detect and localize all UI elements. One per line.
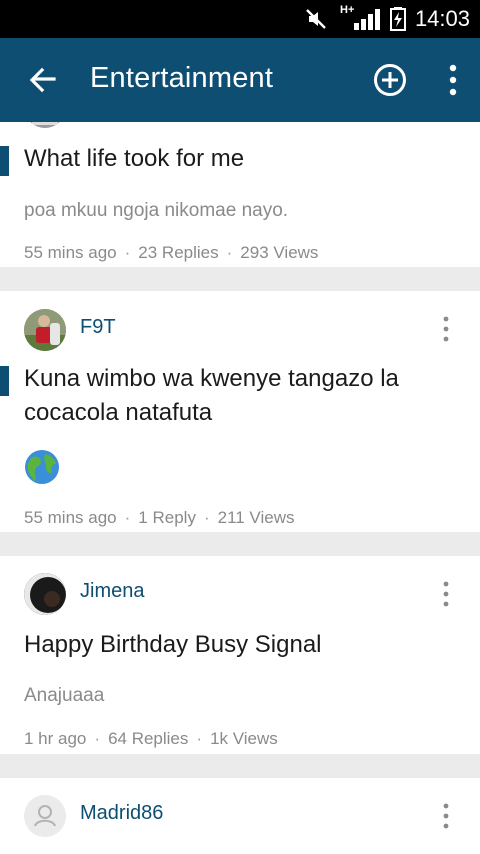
unread-marker [0, 146, 9, 176]
battery-charging-icon [390, 7, 406, 31]
reply-count: 23 Replies [138, 243, 219, 262]
post-card[interactable]: Madrid86 [0, 778, 480, 854]
post-meta: 1 hr ago · 64 Replies · 1k Views [24, 729, 278, 749]
more-vert-icon[interactable] [436, 803, 456, 829]
post-time: 55 mins ago [24, 508, 117, 527]
post-title[interactable]: What life took for me [24, 142, 464, 176]
more-vert-icon[interactable] [440, 63, 466, 97]
post-card[interactable]: What life took for me poa mkuu ngoja nik… [0, 122, 480, 267]
add-circle-icon[interactable] [373, 63, 407, 97]
post-snippet: Anajuaaa [24, 685, 105, 706]
person-placeholder-icon [24, 795, 66, 837]
post-card[interactable]: Jimena Happy Birthday Busy Signal Anajua… [0, 556, 480, 754]
mute-icon [306, 9, 326, 29]
reply-count: 1 Reply [138, 508, 196, 527]
author-name[interactable]: Madrid86 [80, 802, 163, 825]
post-time: 1 hr ago [24, 729, 87, 748]
avatar[interactable] [24, 309, 66, 351]
post-meta: 55 mins ago · 23 Replies · 293 Views [24, 243, 318, 263]
post-snippet: poa mkuu ngoja nikomae nayo. [24, 200, 289, 221]
meta-separator: · [124, 243, 131, 262]
clock: 14:03 [414, 6, 470, 31]
divider [0, 754, 480, 778]
divider [0, 532, 480, 556]
meta-separator: · [124, 508, 131, 527]
arrow-back-icon[interactable] [26, 64, 58, 96]
author-name[interactable]: F9T [80, 316, 116, 339]
post-card[interactable]: F9T Kuna wimbo wa kwenye tangazo la coca… [0, 291, 480, 532]
unread-marker [0, 366, 9, 396]
reply-count: 64 Replies [108, 729, 189, 748]
signal-icon [354, 9, 380, 30]
view-count: 293 Views [240, 243, 319, 262]
meta-separator: · [226, 243, 233, 262]
app-bar: Entertainment [0, 38, 480, 122]
more-vert-icon[interactable] [436, 316, 456, 342]
meta-separator: · [203, 508, 210, 527]
meta-separator: · [94, 729, 101, 748]
status-bar: H+ 14:03 [0, 0, 480, 38]
page-title: Entertainment [90, 62, 274, 94]
post-time: 55 mins ago [24, 243, 117, 262]
more-vert-icon[interactable] [436, 581, 456, 607]
globe-emoji-icon [25, 450, 59, 484]
post-meta: 55 mins ago · 1 Reply · 211 Views [24, 508, 294, 528]
view-count: 1k Views [210, 729, 278, 748]
avatar[interactable] [24, 795, 66, 837]
view-count: 211 Views [217, 508, 295, 527]
divider [0, 267, 480, 291]
post-title[interactable]: Kuna wimbo wa kwenye tangazo la cocacola… [24, 362, 464, 430]
meta-separator: · [196, 729, 203, 748]
post-feed: What life took for me poa mkuu ngoja nik… [0, 122, 480, 854]
post-title[interactable]: Happy Birthday Busy Signal [24, 628, 464, 662]
author-name[interactable]: Jimena [80, 580, 144, 603]
avatar [24, 122, 66, 128]
avatar[interactable] [24, 573, 66, 615]
